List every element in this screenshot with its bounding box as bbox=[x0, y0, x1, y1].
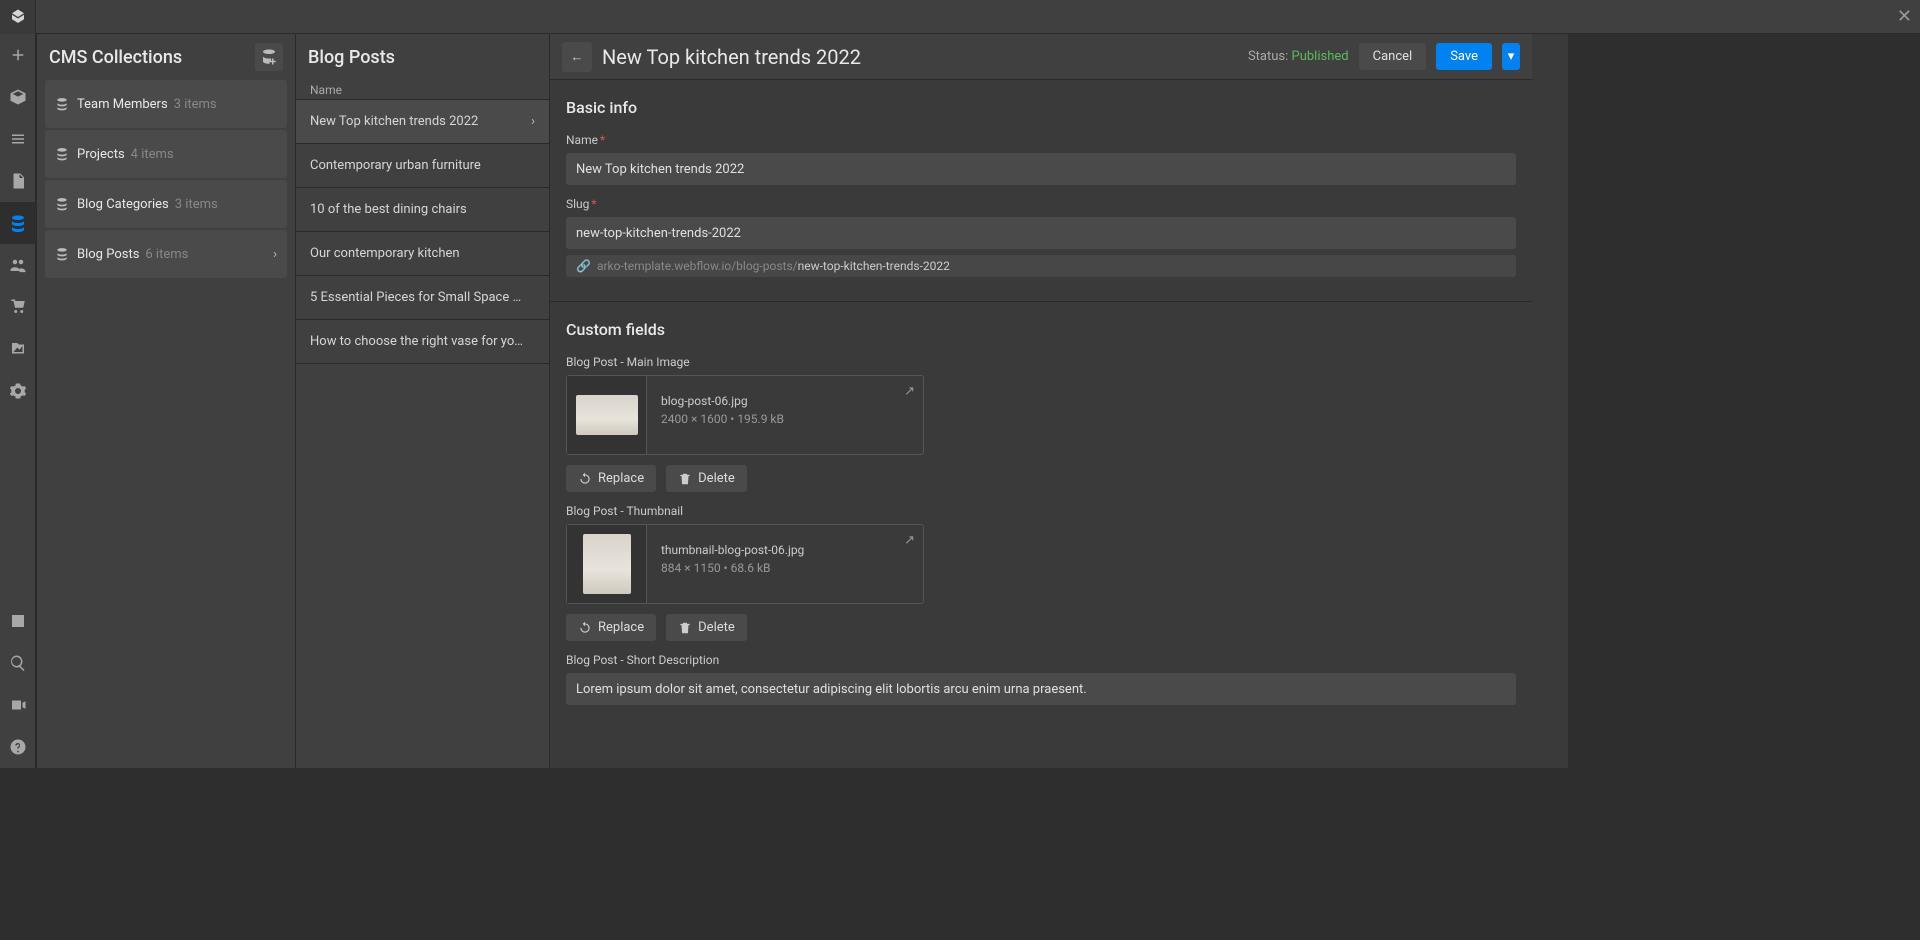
thumbnail-meta: 884 × 1150 • 68.6 kB bbox=[661, 561, 771, 575]
pages-icon[interactable] bbox=[0, 160, 36, 202]
thumbnail-card: thumbnail-blog-post-06.jpg 884 × 1150 • … bbox=[566, 524, 924, 604]
detail-panel: ← New Top kitchen trends 2022 Status: Pu… bbox=[550, 34, 1532, 768]
video-icon[interactable] bbox=[0, 684, 36, 726]
main-image-thumb[interactable] bbox=[567, 376, 647, 454]
link-icon: 🔗 bbox=[576, 259, 591, 273]
search-icon[interactable] bbox=[0, 642, 36, 684]
add-collection-button[interactable] bbox=[255, 43, 283, 71]
items-title: Blog Posts bbox=[308, 47, 395, 68]
chevron-right-icon: › bbox=[273, 247, 277, 262]
slug-input[interactable] bbox=[566, 217, 1516, 249]
item-row[interactable]: Our contemporary kitchen bbox=[296, 232, 549, 276]
name-input[interactable] bbox=[566, 153, 1516, 185]
add-icon[interactable] bbox=[0, 34, 36, 76]
url-slug: new-top-kitchen-trends-2022 bbox=[798, 259, 950, 273]
item-label: 10 of the best dining chairs bbox=[310, 202, 467, 217]
help-icon[interactable] bbox=[0, 726, 36, 768]
main-image-card: blog-post-06.jpg 2400 × 1600 • 195.9 kB … bbox=[566, 375, 924, 455]
cms-icon[interactable] bbox=[0, 202, 36, 244]
cancel-button[interactable]: Cancel bbox=[1359, 43, 1427, 70]
collection-item[interactable]: Blog Categories 3 items bbox=[45, 180, 287, 228]
save-button[interactable]: Save bbox=[1436, 43, 1492, 70]
collection-count: 4 items bbox=[131, 147, 174, 162]
right-rail bbox=[1532, 34, 1568, 768]
status-value: Published bbox=[1292, 49, 1349, 64]
slug-label: Slug* bbox=[566, 197, 1516, 211]
chevron-right-icon: › bbox=[531, 114, 535, 129]
main-image-label: Blog Post - Main Image bbox=[566, 355, 1516, 369]
users-icon[interactable] bbox=[0, 244, 36, 286]
status: Status: Published bbox=[1248, 49, 1349, 64]
delete-thumbnail-button[interactable]: Delete bbox=[666, 614, 747, 641]
external-link-icon[interactable]: ↗ bbox=[904, 384, 915, 399]
replace-thumbnail-button[interactable]: Replace bbox=[566, 614, 656, 641]
top-bar: ✕ bbox=[36, 0, 1920, 34]
thumbnail-filename: thumbnail-blog-post-06.jpg bbox=[661, 543, 804, 557]
left-nav bbox=[0, 0, 36, 768]
collection-item[interactable]: Team Members 3 items bbox=[45, 80, 287, 128]
layers-icon[interactable] bbox=[0, 118, 36, 160]
items-panel: Blog Posts Name New Top kitchen trends 2… bbox=[296, 34, 550, 768]
audit-icon[interactable] bbox=[0, 600, 36, 642]
main-image-filename: blog-post-06.jpg bbox=[661, 394, 784, 408]
collection-label: Team Members bbox=[77, 97, 168, 112]
column-header: Name bbox=[296, 80, 549, 100]
status-label: Status: bbox=[1248, 49, 1288, 64]
item-label: Contemporary urban furniture bbox=[310, 158, 481, 173]
thumbnail-thumb[interactable] bbox=[567, 525, 647, 603]
detail-title: New Top kitchen trends 2022 bbox=[602, 45, 1238, 69]
collection-label: Blog Categories bbox=[77, 197, 169, 212]
collection-count: 6 items bbox=[145, 247, 188, 262]
custom-fields-heading: Custom fields bbox=[550, 302, 1532, 349]
thumbnail-label: Blog Post - Thumbnail bbox=[566, 504, 1516, 518]
url-preview: 🔗 arko-template.webflow.io/blog-posts/ne… bbox=[566, 255, 1516, 277]
logo[interactable] bbox=[0, 0, 35, 34]
name-label: Name* bbox=[566, 133, 1516, 147]
assets-icon[interactable] bbox=[0, 328, 36, 370]
external-link-icon[interactable]: ↗ bbox=[904, 533, 915, 548]
item-label: New Top kitchen trends 2022 bbox=[310, 114, 478, 129]
collection-label: Projects bbox=[77, 147, 125, 162]
ecommerce-icon[interactable] bbox=[0, 286, 36, 328]
url-base: arko-template.webflow.io/blog-posts/ bbox=[597, 259, 798, 273]
collection-count: 3 items bbox=[174, 97, 217, 112]
item-row[interactable]: 5 Essential Pieces for Small Space … bbox=[296, 276, 549, 320]
item-row[interactable]: New Top kitchen trends 2022 › bbox=[296, 100, 549, 144]
delete-main-image-button[interactable]: Delete bbox=[666, 465, 747, 492]
basic-info-heading: Basic info bbox=[550, 80, 1532, 127]
box-icon[interactable] bbox=[0, 76, 36, 118]
collection-item[interactable]: Projects 4 items bbox=[45, 130, 287, 178]
item-row[interactable]: Contemporary urban furniture bbox=[296, 144, 549, 188]
back-button[interactable]: ← bbox=[562, 42, 592, 72]
collection-count: 3 items bbox=[175, 197, 218, 212]
item-label: Our contemporary kitchen bbox=[310, 246, 460, 261]
detail-header: ← New Top kitchen trends 2022 Status: Pu… bbox=[550, 34, 1532, 80]
collections-title: CMS Collections bbox=[49, 47, 182, 68]
collection-label: Blog Posts bbox=[77, 247, 139, 262]
item-row[interactable]: How to choose the right vase for yo… bbox=[296, 320, 549, 364]
collections-panel: CMS Collections Team Members 3 items Pro… bbox=[36, 34, 296, 768]
item-label: How to choose the right vase for yo… bbox=[310, 334, 523, 349]
main-image-meta: 2400 × 1600 • 195.9 kB bbox=[661, 412, 784, 426]
close-icon[interactable]: ✕ bbox=[1897, 6, 1912, 27]
short-desc-input[interactable] bbox=[566, 673, 1516, 705]
collection-item[interactable]: Blog Posts 6 items › bbox=[45, 230, 287, 278]
settings-icon[interactable] bbox=[0, 370, 36, 412]
short-desc-label: Blog Post - Short Description bbox=[566, 653, 1516, 667]
item-row[interactable]: 10 of the best dining chairs bbox=[296, 188, 549, 232]
item-label: 5 Essential Pieces for Small Space … bbox=[310, 290, 521, 305]
save-dropdown[interactable]: ▾ bbox=[1502, 43, 1520, 70]
replace-main-image-button[interactable]: Replace bbox=[566, 465, 656, 492]
